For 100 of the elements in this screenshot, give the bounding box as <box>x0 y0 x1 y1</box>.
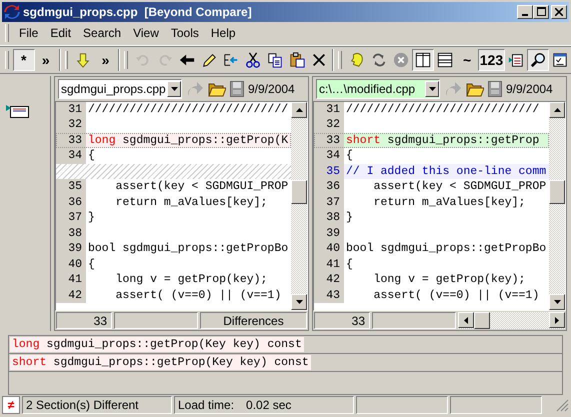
line-number: 38 <box>56 226 86 242</box>
code-line: long v = getProp(key); <box>114 273 268 286</box>
line-number: 31 <box>56 102 86 118</box>
menu-item[interactable]: Edit <box>44 24 78 42</box>
code-line: { <box>345 149 353 162</box>
code-line: { <box>87 149 95 162</box>
line-position: 33 <box>56 312 112 330</box>
horizontal-scrollbar[interactable] <box>458 312 565 330</box>
line-position: 33 <box>314 312 370 330</box>
line-number: 35 <box>56 179 86 195</box>
menu-item[interactable]: Search <box>77 24 128 42</box>
line-number: 36 <box>56 194 86 210</box>
toolbar-button[interactable]: » <box>94 48 116 71</box>
line-number: 43 <box>314 288 344 304</box>
menu-item[interactable]: View <box>127 24 165 42</box>
scroll-up-icon <box>296 108 302 112</box>
save-icon[interactable] <box>488 80 502 97</box>
line-number: 32 <box>314 117 344 133</box>
down-arrow-icon <box>75 50 92 69</box>
swap-icon <box>370 50 387 69</box>
close-button[interactable] <box>551 4 567 19</box>
code-line: assert(key < SGDMGUI_PROP <box>372 180 546 194</box>
dropdown-arrow-icon <box>428 86 436 91</box>
line-number: 36 <box>314 179 344 195</box>
code-line: assert( (v==0) || (v==1) <box>114 288 282 302</box>
code-line: bool sgdmgui_props::getPropBo <box>87 242 288 256</box>
changed-code-line: short sgdmgui_props::getProp <box>345 134 540 147</box>
scroll-down-icon <box>554 300 560 304</box>
file-path-combo[interactable]: c:\…\modified.cpp <box>316 78 440 99</box>
line-number: 31 <box>314 102 344 118</box>
vertical-scrollbar[interactable] <box>549 102 565 310</box>
code-line: assert( (v==0) || (v==1) <box>372 288 540 302</box>
window-title: sgdmgui_props.cpp [Beyond Compare] <box>23 4 252 19</box>
scroll-thumb[interactable] <box>549 180 565 204</box>
resize-grip-icon[interactable] <box>555 398 569 412</box>
maximize-button[interactable] <box>533 4 549 19</box>
file-date: 9/9/2004 <box>248 82 295 96</box>
save-icon[interactable] <box>230 80 244 97</box>
line-number: 42 <box>56 288 86 304</box>
minimize-button[interactable] <box>517 4 533 19</box>
open-folder-icon[interactable] <box>208 80 226 97</box>
code-line: { <box>345 258 353 271</box>
status-label: Load time: <box>178 398 234 412</box>
overview-thumbnail-drawing[interactable] <box>6 104 30 120</box>
columns-icon <box>415 50 432 69</box>
rows-icon <box>437 50 454 69</box>
status-text: 2 Section(s) Different <box>22 396 172 414</box>
code-line: assert(key < SGDMGUI_PROP <box>114 180 288 194</box>
scroll-down-icon <box>296 300 302 304</box>
code-line: } <box>87 211 95 224</box>
line-number: 37 <box>56 210 86 226</box>
view-mode-label: Differences <box>200 312 307 330</box>
scroll-thumb[interactable] <box>474 312 490 330</box>
line-number: 41 <box>314 256 344 272</box>
not-equal-icon: ≠ <box>2 396 20 414</box>
code-line: } <box>345 211 353 224</box>
app-icon <box>4 4 20 20</box>
line-number: 39 <box>314 226 344 242</box>
stop-icon <box>392 50 409 69</box>
toolbar-button[interactable]: » <box>34 48 57 71</box>
toolbar-button[interactable] <box>412 48 434 71</box>
toolbar-button[interactable] <box>526 48 549 71</box>
code-line: ///////////////////////////// <box>87 102 288 116</box>
code-line: bool sgdmgui_props::getPropBo <box>345 242 546 256</box>
line-number: 41 <box>56 272 86 288</box>
line-number: 34 <box>56 148 86 164</box>
toolbar-button[interactable]: ~ <box>456 48 478 71</box>
file-date: 9/9/2004 <box>506 82 553 96</box>
code-line: return m_aValues[key]; <box>114 196 268 209</box>
line-number: 32 <box>56 117 86 133</box>
line-number: 33 <box>56 132 86 148</box>
line-number: 38 <box>314 210 344 226</box>
close-icon <box>555 8 563 16</box>
line-number: 39 <box>56 241 86 257</box>
scissors-icon <box>245 50 262 69</box>
code-line: return m_aValues[key]; <box>372 196 526 209</box>
toolbar-button[interactable]: * <box>12 48 35 71</box>
changed-code-line: long sgdmgui_props::getProp(K <box>87 134 288 147</box>
dropdown-arrow-icon <box>170 86 178 91</box>
menu-item[interactable]: Help <box>204 24 242 42</box>
line-number: 33 <box>314 132 344 148</box>
search-icon <box>530 50 546 69</box>
added-code-line: // I added this one-line comm <box>345 164 546 178</box>
code-line: long v = getProp(key); <box>372 273 526 286</box>
scroll-thumb[interactable] <box>291 180 307 204</box>
line-number: 34 <box>314 148 344 164</box>
checklist-icon <box>552 50 568 69</box>
code-line: //////////////////////////// <box>345 102 540 116</box>
menu-item[interactable]: Tools <box>164 24 205 42</box>
menu-item[interactable]: File <box>13 24 44 42</box>
line-number: 40 <box>56 256 86 272</box>
vertical-scrollbar[interactable] <box>291 102 307 310</box>
file-path-combo[interactable]: sgdmgui_props.cpp <box>58 78 182 99</box>
code-line: { <box>87 258 95 271</box>
paste-icon <box>289 50 306 69</box>
head-icon <box>348 50 365 69</box>
scroll-up-icon <box>554 108 560 112</box>
line-number: 37 <box>314 194 344 210</box>
open-folder-icon[interactable] <box>466 80 484 97</box>
toolbar-button[interactable]: 123 <box>478 48 505 71</box>
